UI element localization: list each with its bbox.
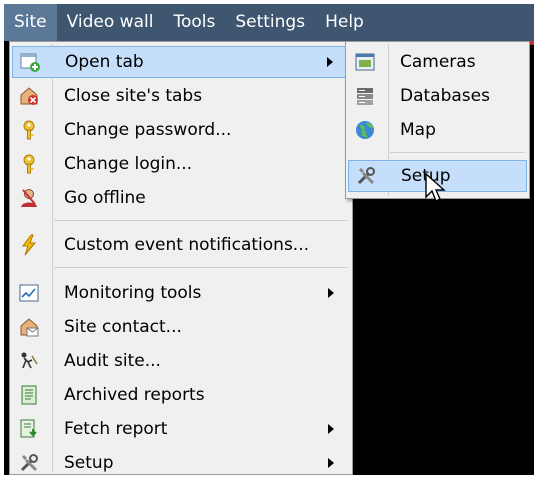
submenu-item-databases[interactable]: Databases [348, 80, 527, 112]
submenu-arrow-icon [328, 288, 334, 298]
menu-item-setup[interactable]: Setup [12, 447, 350, 475]
menu-separator [54, 220, 348, 221]
person-offline-icon [18, 187, 40, 209]
lightning-icon [18, 234, 40, 256]
menu-item-label: Databases [400, 86, 490, 106]
menu-item-custom-event-notifications[interactable]: Custom event notifications... [12, 229, 350, 261]
menu-separator [54, 267, 348, 268]
menu-item-close-sites-tabs[interactable]: Close site's tabs [12, 80, 350, 112]
house-close-icon [18, 85, 40, 107]
menu-item-label: Cameras [400, 52, 476, 72]
new-tab-icon [19, 51, 41, 73]
menu-item-label: Site contact... [64, 317, 182, 337]
submenu-item-map[interactable]: Map [348, 114, 527, 146]
menu-item-label: Monitoring tools [64, 283, 202, 303]
menu-item-fetch-report[interactable]: Fetch report [12, 413, 350, 445]
menu-item-label: Go offline [64, 188, 146, 208]
report-book-icon [18, 384, 40, 406]
mouse-cursor-icon [425, 173, 446, 202]
menu-item-audit-site[interactable]: Audit site... [12, 345, 350, 377]
menu-item-label: Change password... [64, 120, 232, 140]
key-icon [18, 153, 40, 175]
menu-separator [390, 152, 525, 153]
menu-item-go-offline[interactable]: Go offline [12, 182, 350, 214]
application-window: Site Video wall Tools Settings Help Open… [4, 4, 534, 475]
menu-video-wall[interactable]: Video wall [57, 4, 164, 41]
menu-item-site-contact[interactable]: Site contact... [12, 311, 350, 343]
menu-item-open-tab[interactable]: Open tab [12, 46, 350, 78]
key-icon [18, 119, 40, 141]
menu-item-label: Change login... [64, 154, 193, 174]
site-menu: Open tab Close site's tabs Change passwo… [9, 41, 353, 475]
menu-item-change-password[interactable]: Change password... [12, 114, 350, 146]
tools-icon [355, 165, 377, 187]
menu-help[interactable]: Help [315, 4, 374, 41]
graph-icon [18, 282, 40, 304]
fetch-report-icon [18, 418, 40, 440]
menu-item-label: Setup [64, 453, 114, 473]
globe-icon [354, 119, 376, 141]
tools-icon [18, 452, 40, 474]
menu-tools[interactable]: Tools [163, 4, 225, 41]
menu-item-monitoring-tools[interactable]: Monitoring tools [12, 277, 350, 309]
submenu-item-cameras[interactable]: Cameras [348, 46, 527, 78]
submenu-arrow-icon [327, 57, 333, 67]
camera-window-icon [354, 51, 376, 73]
menu-settings[interactable]: Settings [225, 4, 315, 41]
menubar: Site Video wall Tools Settings Help [4, 4, 534, 41]
submenu-arrow-icon [328, 424, 334, 434]
menu-site[interactable]: Site [4, 4, 57, 41]
menu-item-label: Close site's tabs [64, 86, 203, 106]
menu-item-label: Fetch report [64, 419, 168, 439]
menu-item-label: Custom event notifications... [64, 235, 310, 255]
menu-item-label: Open tab [65, 52, 144, 72]
menu-item-change-login[interactable]: Change login... [12, 148, 350, 180]
audit-icon [18, 350, 40, 372]
database-icon [354, 85, 376, 107]
menu-item-archived-reports[interactable]: Archived reports [12, 379, 350, 411]
menu-item-label: Audit site... [64, 351, 161, 371]
house-contact-icon [18, 316, 40, 338]
submenu-arrow-icon [328, 458, 334, 468]
menu-item-label: Archived reports [64, 385, 205, 405]
menu-item-label: Map [400, 120, 436, 140]
